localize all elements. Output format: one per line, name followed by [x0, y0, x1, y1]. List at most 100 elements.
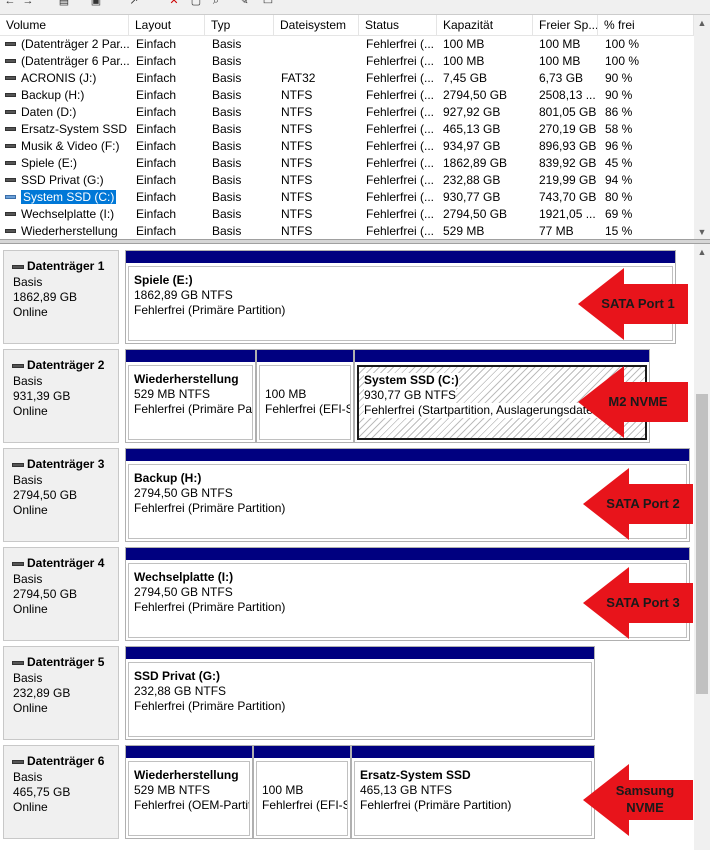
disk-info-panel[interactable]: Datenträger 5 Basis 232,89 GB Online: [3, 646, 119, 740]
disk-name-label: Datenträger 4: [27, 556, 105, 570]
kapazitaet-cell: 2794,50 GB: [443, 207, 508, 221]
partition-bar: [257, 350, 353, 362]
disk-info-panel[interactable]: Datenträger 4 Basis 2794,50 GB Online: [3, 547, 119, 641]
column-header-prozent-frei[interactable]: % frei: [598, 15, 694, 35]
layout-cell: Einfach: [136, 71, 177, 85]
connect-icon[interactable]: ↗: [128, 0, 140, 7]
volume-list: Volume Layout Typ Dateisystem Status Kap…: [0, 14, 710, 240]
typ-cell: Basis: [212, 37, 242, 51]
annotation-label: SATA Port 1: [601, 296, 675, 311]
status-cell: Fehlerfrei (...: [366, 207, 435, 221]
search-icon[interactable]: ⌕: [210, 0, 222, 7]
disk-info-panel[interactable]: Datenträger 1 Basis 1862,89 GB Online: [3, 250, 119, 344]
drive-icon: [5, 76, 16, 80]
table-row[interactable]: ACRONIS (J:) Einfach Basis FAT32 Fehlerfrei …: [0, 70, 694, 87]
partition-body: Ersatz-System SSD 465,13 GB NTFS Fehlerfre…: [354, 761, 592, 836]
volume-cell: Wiederherstellung: [21, 224, 118, 238]
column-header-layout[interactable]: Layout: [129, 15, 205, 35]
kapazitaet-cell: 529 MB: [443, 224, 485, 238]
freier-speicher-cell: 801,05 GB: [539, 105, 597, 119]
partition-status: Fehlerfrei (Primäre Partition): [134, 501, 286, 515]
partition[interactable]: 100 MBFehlerfrei (EFI-Systempartition): [256, 349, 354, 443]
status-cell: Fehlerfrei (...: [366, 71, 435, 85]
table-row[interactable]: (Datenträger 2 Par... Einfach Basis Fehlerf…: [0, 36, 694, 53]
table-row[interactable]: Spiele (E:) Einfach Basis NTFS Fehlerfrei (.…: [0, 155, 694, 172]
red-arrow-annotation: SATA Port 1: [578, 268, 690, 340]
typ-cell: Basis: [212, 71, 242, 85]
column-header-freier-speicher[interactable]: Freier Sp...: [533, 15, 598, 35]
scroll-up-icon[interactable]: ▲: [694, 15, 710, 31]
disk-info-panel[interactable]: Datenträger 3 Basis 2794,50 GB Online: [3, 448, 119, 542]
column-header-typ[interactable]: Typ: [205, 15, 274, 35]
volume-cell: (Datenträger 6 Par...: [21, 54, 129, 68]
dateisystem-cell: NTFS: [281, 190, 313, 204]
table-row[interactable]: Ersatz-System SSD Einfach Basis NTFS Fehlerf…: [0, 121, 694, 138]
partition[interactable]: SSD Privat (G:) 232,88 GB NTFS Fehlerfrei …: [125, 646, 595, 740]
partition[interactable]: Wiederherstellung 529 MB NTFS Fehlerfrei (…: [125, 349, 256, 443]
red-arrow-annotation: SATA Port 2: [583, 468, 695, 540]
drive-icon: [5, 212, 16, 216]
table-row[interactable]: Backup (H:) Einfach Basis NTFS Fehlerfrei (.…: [0, 87, 694, 104]
freier-speicher-cell: 219,99 GB: [539, 173, 597, 187]
partition[interactable]: 100 MBFehlerfrei (EFI-Systempartition): [253, 745, 351, 839]
partition-status: Fehlerfrei (Primäre Partition): [134, 402, 253, 416]
partition[interactable]: Ersatz-System SSD 465,13 GB NTFS Fehlerfre…: [351, 745, 595, 839]
disk-row: Datenträger 5 Basis 232,89 GB Online SSD Pri…: [0, 646, 694, 742]
red-arrow-annotation: SATA Port 3: [583, 567, 695, 639]
partition-bar: [126, 449, 689, 461]
disk-icon: [12, 363, 24, 368]
disk-info-panel[interactable]: Datenträger 6 Basis 465,75 GB Online: [3, 745, 119, 839]
disk-state: Online: [13, 602, 48, 616]
table-row[interactable]: SSD Privat (G:) Einfach Basis NTFS Fehlerfre…: [0, 172, 694, 189]
forward-arrow-icon[interactable]: →: [22, 0, 34, 7]
volume-cell: Wechselplatte (I:): [21, 207, 115, 221]
partition[interactable]: Wiederherstellung 529 MB NTFS Fehlerfrei (…: [125, 745, 253, 839]
help-icon[interactable]: ▣: [90, 0, 102, 7]
partition-title: Backup (H:): [134, 471, 202, 485]
disk-name-label: Datenträger 1: [27, 259, 105, 273]
prozent-frei-cell: 15 %: [605, 224, 633, 238]
table-row[interactable]: Wiederherstellung Einfach Basis NTFS Fehlerf…: [0, 223, 694, 240]
scroll-thumb[interactable]: [696, 394, 708, 694]
partition-map: Wiederherstellung 529 MB NTFS Fehlerfrei (…: [125, 745, 595, 839]
partition-bar: [126, 548, 689, 560]
dateisystem-cell: NTFS: [281, 88, 313, 102]
properties-icon[interactable]: ▤: [58, 0, 70, 7]
status-cell: Fehlerfrei (...: [366, 190, 435, 204]
table-row[interactable]: Daten (D:) Einfach Basis NTFS Fehlerfrei (..…: [0, 104, 694, 121]
status-cell: Fehlerfrei (...: [366, 37, 435, 51]
new-icon[interactable]: ▢: [190, 0, 202, 7]
disk-info-panel[interactable]: Datenträger 2 Basis 931,39 GB Online: [3, 349, 119, 443]
column-header-kapazitaet[interactable]: Kapazität: [437, 15, 533, 35]
drive-icon: [5, 59, 16, 63]
prozent-frei-cell: 90 %: [605, 88, 633, 102]
column-header-status[interactable]: Status: [359, 15, 437, 35]
map-scrollbar[interactable]: ▲: [694, 244, 710, 850]
partition-status: Fehlerfrei (EFI-Systempartition): [262, 798, 347, 812]
column-header-volume[interactable]: Volume: [0, 15, 129, 35]
scroll-down-icon[interactable]: ▼: [694, 224, 710, 240]
column-header-dateisystem[interactable]: Dateisystem: [274, 15, 359, 35]
layout-cell: Einfach: [136, 190, 177, 204]
disk-type: Basis: [13, 473, 43, 487]
delete-icon[interactable]: ✕: [168, 0, 180, 7]
annotation-label: M2 NVME: [608, 394, 668, 409]
dateisystem-cell: NTFS: [281, 224, 313, 238]
scroll-up-icon[interactable]: ▲: [694, 244, 710, 260]
partition-body: 100 MBFehlerfrei (EFI-Systempartition): [259, 365, 351, 440]
table-row[interactable]: Wechselplatte (I:) Einfach Basis NTFS Fehler…: [0, 206, 694, 223]
table-row[interactable]: System SSD (C:) Einfach Basis NTFS Fehlerfre…: [0, 189, 694, 206]
partition-size: 100 MB: [265, 387, 307, 401]
status-cell: Fehlerfrei (...: [366, 88, 435, 102]
list-scrollbar[interactable]: ▲ ▼: [694, 15, 710, 240]
typ-cell: Basis: [212, 139, 242, 153]
partition-title: Wiederherstellung: [134, 372, 239, 386]
view-icon[interactable]: ▭: [262, 0, 274, 7]
kapazitaet-cell: 7,45 GB: [443, 71, 488, 85]
table-row[interactable]: Musik & Video (F:) Einfach Basis NTFS Fehler…: [0, 138, 694, 155]
back-arrow-icon[interactable]: ←: [4, 0, 16, 7]
table-row[interactable]: (Datenträger 6 Par... Einfach Basis Fehlerf…: [0, 53, 694, 70]
partition-map: SSD Privat (G:) 232,88 GB NTFS Fehlerfrei …: [125, 646, 595, 740]
edit-icon[interactable]: ✎: [238, 0, 250, 7]
partition-size: 930,77 GB NTFS: [364, 388, 457, 403]
